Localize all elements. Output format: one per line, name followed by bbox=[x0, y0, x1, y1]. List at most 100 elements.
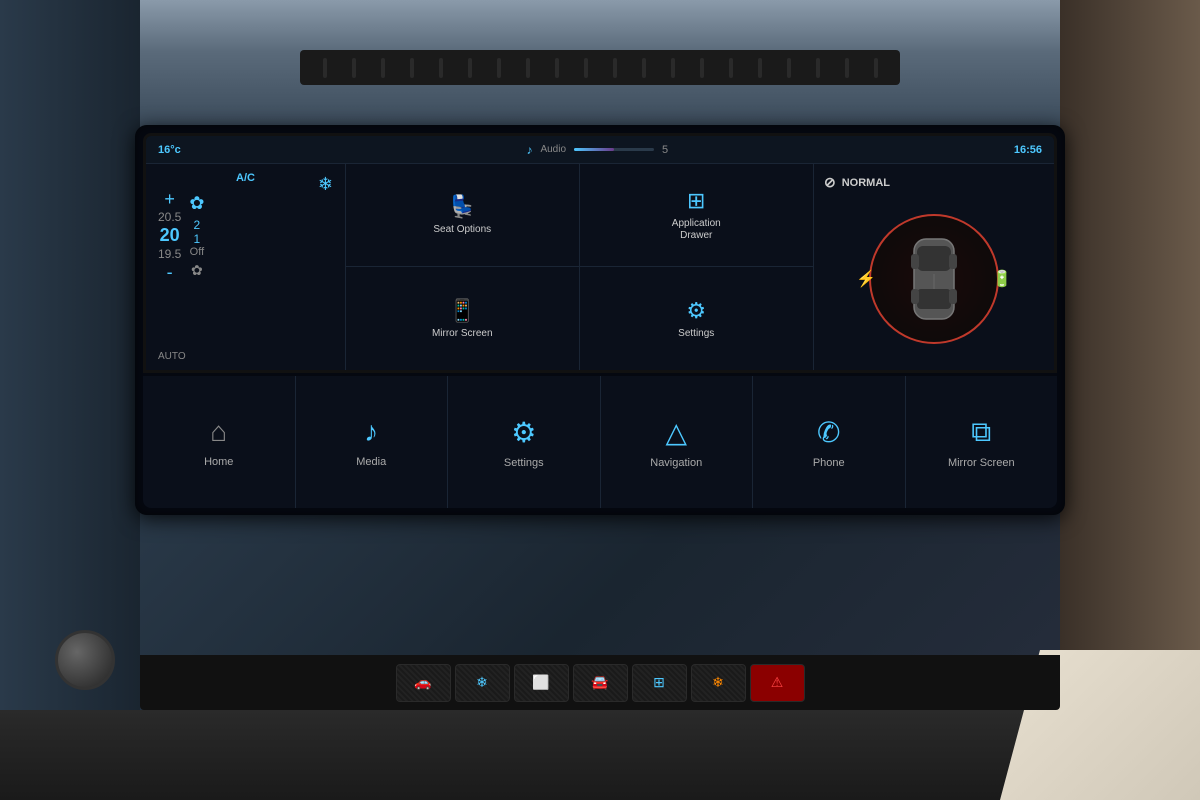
vehicle-status-zone: ⊘ NORMAL bbox=[814, 164, 1054, 370]
vent-slot bbox=[410, 58, 414, 78]
audio-volume: 5 bbox=[662, 144, 668, 156]
lower-nav-screen: ⌂ Home ♪ Media ⚙ Settings △ Navigation ✆… bbox=[143, 373, 1057, 508]
vent-slot bbox=[468, 58, 472, 78]
mirror-screen-nav-icon: ⧉ bbox=[971, 416, 991, 449]
settings-nav-label: Settings bbox=[504, 457, 544, 469]
audio-icon: ♪ bbox=[526, 143, 532, 157]
vent-slot bbox=[352, 58, 356, 78]
fan-controls: ✿ 2 1 Off ✿ bbox=[189, 193, 204, 279]
temp-increase-button[interactable]: + bbox=[164, 190, 175, 208]
vent-slot bbox=[874, 58, 878, 78]
ac-off-button[interactable]: ❄ bbox=[691, 664, 746, 702]
mirror-screen-button[interactable]: 📱 Mirror Screen bbox=[346, 267, 580, 370]
status-bar: 16°c ♪ Audio 5 16:56 bbox=[146, 136, 1054, 164]
media-icon: ♪ bbox=[364, 416, 378, 448]
car-btn-icon: 🚗 bbox=[414, 674, 431, 691]
grid-button[interactable]: ⊞ bbox=[632, 664, 687, 702]
vent-slot bbox=[613, 58, 617, 78]
nav-home-button[interactable]: ⌂ Home bbox=[143, 376, 296, 508]
vent-slot bbox=[729, 58, 733, 78]
volume-knob[interactable] bbox=[55, 630, 115, 690]
phone-label: Phone bbox=[813, 457, 845, 469]
temp-high: 20.5 bbox=[158, 210, 181, 224]
vent-slot bbox=[439, 58, 443, 78]
settings-button[interactable]: ⚙ Settings bbox=[580, 267, 814, 370]
vent-slot bbox=[758, 58, 762, 78]
upper-screen: 16°c ♪ Audio 5 16:56 A/C ❄ + bbox=[143, 133, 1057, 373]
snowflake-icon[interactable]: ❄ bbox=[318, 174, 333, 195]
vent-slot bbox=[584, 58, 588, 78]
mirror-screen-label: Mirror Screen bbox=[432, 328, 493, 340]
clock: 16:56 bbox=[1014, 144, 1042, 156]
audio-label: Audio bbox=[540, 144, 566, 155]
navigation-label: Navigation bbox=[650, 457, 702, 469]
home-icon: ⌂ bbox=[210, 416, 227, 448]
audio-status: ♪ Audio 5 bbox=[526, 143, 668, 157]
phone-icon: ✆ bbox=[817, 416, 840, 449]
mirror-screen-nav-label: Mirror Screen bbox=[948, 457, 1015, 469]
car-circle: ⚡ 🔋 bbox=[869, 214, 999, 344]
media-label: Media bbox=[356, 456, 386, 468]
nav-phone-button[interactable]: ✆ Phone bbox=[753, 376, 906, 508]
ac-label: A/C bbox=[158, 172, 333, 184]
settings-label: Settings bbox=[678, 328, 714, 340]
nav-settings-button[interactable]: ⚙ Settings bbox=[448, 376, 601, 508]
navigation-icon: △ bbox=[665, 416, 687, 449]
vent-slot bbox=[845, 58, 849, 78]
audio-progress-bar bbox=[574, 148, 654, 151]
fan-speed-2: 2 bbox=[194, 218, 201, 232]
vent-slot bbox=[671, 58, 675, 78]
upper-screen-content: A/C ❄ + 20.5 20 19.5 - ✿ bbox=[146, 164, 1054, 370]
drive-mode-display: ⊘ NORMAL bbox=[824, 174, 1044, 191]
seat-options-label: Seat Options bbox=[433, 224, 491, 236]
vent-slot bbox=[555, 58, 559, 78]
grid-btn-icon: ⊞ bbox=[653, 674, 665, 691]
temp-low: 19.5 bbox=[158, 247, 181, 261]
vent-slot bbox=[700, 58, 704, 78]
nav-mirror-screen-button[interactable]: ⧉ Mirror Screen bbox=[906, 376, 1058, 508]
vent-slot bbox=[323, 58, 327, 78]
fan-icon[interactable]: ✿ bbox=[189, 193, 204, 214]
climate-controls: + 20.5 20 19.5 - ✿ 2 1 Off bbox=[158, 190, 333, 281]
auto-label: AUTO bbox=[158, 351, 186, 362]
vent-strip bbox=[300, 50, 900, 85]
vent-slot bbox=[526, 58, 530, 78]
drive-mode-icon: ⊘ bbox=[824, 174, 836, 191]
vent-slot bbox=[816, 58, 820, 78]
ambient-temperature: 16°c bbox=[158, 144, 181, 156]
car-top-view-icon bbox=[899, 234, 969, 324]
hazard-button[interactable]: ⚠ bbox=[750, 664, 805, 702]
vent-slot bbox=[381, 58, 385, 78]
application-drawer-button[interactable]: ⊞ ApplicationDrawer bbox=[580, 164, 814, 267]
fan-btn-icon: ❄ bbox=[476, 674, 488, 691]
climate-control-zone: A/C ❄ + 20.5 20 19.5 - ✿ bbox=[146, 164, 346, 370]
vent-slot bbox=[642, 58, 646, 78]
infotainment-system: 16°c ♪ Audio 5 16:56 A/C ❄ + bbox=[143, 133, 1057, 508]
ac-off-icon: ❄ bbox=[712, 674, 724, 691]
car2-button[interactable]: 🚘 bbox=[573, 664, 628, 702]
vent-mode-icon[interactable]: ✿ bbox=[191, 262, 203, 279]
settings-icon: ⚙ bbox=[686, 298, 706, 324]
seat-options-button[interactable]: 💺 Seat Options bbox=[346, 164, 580, 267]
application-drawer-label: ApplicationDrawer bbox=[672, 218, 721, 242]
home-label: Home bbox=[204, 456, 233, 468]
vent-area bbox=[0, 0, 1200, 130]
temp-current: 20 bbox=[160, 225, 180, 246]
fan-off-label: Off bbox=[190, 246, 204, 258]
car2-btn-icon: 🚘 bbox=[591, 674, 608, 691]
car-display: ⚡ 🔋 bbox=[824, 197, 1044, 360]
physical-button-row: 🚗 ❄ ⬜ 🚘 ⊞ ❄ ⚠ bbox=[140, 655, 1060, 710]
charging-icon: ⚡ bbox=[856, 269, 876, 289]
temp-decrease-button[interactable]: - bbox=[167, 263, 173, 281]
hazard-icon: ⚠ bbox=[771, 674, 784, 691]
nav-navigation-button[interactable]: △ Navigation bbox=[601, 376, 754, 508]
nav-media-button[interactable]: ♪ Media bbox=[296, 376, 449, 508]
defrost-button[interactable]: ⬜ bbox=[514, 664, 569, 702]
fan-speed-display: 2 1 Off bbox=[190, 218, 204, 258]
fan-button[interactable]: ❄ bbox=[455, 664, 510, 702]
defrost-btn-icon: ⬜ bbox=[532, 674, 549, 691]
vent-slot bbox=[497, 58, 501, 78]
car-button[interactable]: 🚗 bbox=[396, 664, 451, 702]
temperature-controls: + 20.5 20 19.5 - bbox=[158, 190, 181, 281]
seat-icon: 💺 bbox=[449, 194, 476, 220]
